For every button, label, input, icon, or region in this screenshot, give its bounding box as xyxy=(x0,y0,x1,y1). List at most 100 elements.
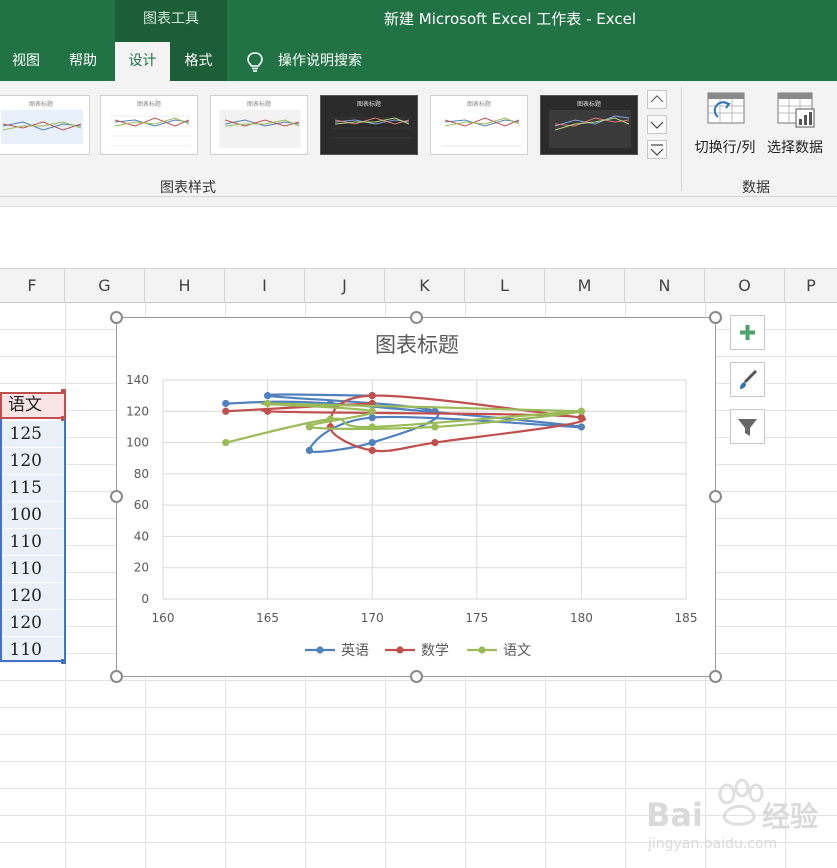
legend-label: 数学 xyxy=(421,643,449,659)
x-tick-label: 160 xyxy=(152,611,175,625)
chart-styles-group-label: 图表样式 xyxy=(160,180,216,196)
chart-style-6[interactable]: 图表标题 xyxy=(540,95,638,155)
filter-icon xyxy=(738,419,757,436)
more-icon xyxy=(650,144,664,156)
style-preview xyxy=(111,115,191,147)
chart-resize-handle[interactable] xyxy=(709,670,722,683)
chart-style-3[interactable]: 图表标题 xyxy=(210,95,308,155)
chevron-down-icon xyxy=(650,121,664,129)
legend-label: 语文 xyxy=(503,643,531,659)
select-data-button[interactable]: 选择数据 xyxy=(760,89,830,159)
tab-design[interactable]: 设计 xyxy=(115,42,170,81)
style-preview xyxy=(1,110,83,144)
data-point xyxy=(577,407,585,415)
chart-title[interactable]: 图表标题 xyxy=(375,333,459,357)
data-point xyxy=(368,423,376,431)
data-point xyxy=(264,399,272,408)
chart-area[interactable]: 图表标题 0 20 40 60 80 100 120 140 160 165 170 175 180 18… xyxy=(116,317,716,677)
data-point xyxy=(431,438,439,447)
column-header-i[interactable]: I xyxy=(225,269,305,303)
column-header-k[interactable]: K xyxy=(385,269,465,303)
switch-row-column-button[interactable]: 切换行/列 xyxy=(690,89,760,159)
chart-resize-handle[interactable] xyxy=(410,311,423,324)
y-tick-label: 80 xyxy=(134,467,149,481)
x-tick-label: 175 xyxy=(465,611,488,625)
style-preview xyxy=(219,110,301,148)
select-data-label: 选择数据 xyxy=(767,140,823,156)
plus-icon xyxy=(740,325,755,340)
data-point xyxy=(305,446,314,454)
ribbon-body: 图表标题 图表标题 图表标题 图表标题 图表标题 图表标题 图表样式 切换行/列… xyxy=(0,81,837,197)
data-point xyxy=(368,413,376,422)
range-handle[interactable] xyxy=(61,389,66,394)
style-preview xyxy=(331,117,411,139)
svg-text:jingyan.baidu.com: jingyan.baidu.com xyxy=(647,836,777,852)
x-tick-label: 180 xyxy=(570,611,593,625)
x-tick-label: 170 xyxy=(361,611,384,625)
chart-resize-handle[interactable] xyxy=(110,490,123,503)
y-tick-label: 140 xyxy=(126,373,149,387)
chevron-up-icon xyxy=(650,95,664,103)
window-title: 新建 Microsoft Excel 工作表 - Excel xyxy=(384,10,636,28)
style-preview xyxy=(549,110,631,148)
chart-style-2[interactable]: 图表标题 xyxy=(100,95,198,155)
legend-marker xyxy=(316,646,324,654)
column-header-h[interactable]: H xyxy=(145,269,225,303)
svg-text:Bai: Bai xyxy=(646,796,703,834)
data-point xyxy=(264,407,272,415)
tab-view[interactable]: 视图 xyxy=(0,42,52,81)
column-header-j[interactable]: J xyxy=(305,269,385,303)
column-header-g[interactable]: G xyxy=(65,269,145,303)
chart-resize-handle[interactable] xyxy=(110,670,123,683)
column-header-m[interactable]: M xyxy=(545,269,625,303)
column-header-n[interactable]: N xyxy=(625,269,705,303)
gallery-scroll-down-button[interactable] xyxy=(647,115,667,134)
data-point xyxy=(368,446,376,454)
data-point xyxy=(368,392,376,400)
chart-resize-handle[interactable] xyxy=(110,311,123,324)
gallery-scroll-up-button[interactable] xyxy=(647,90,667,109)
column-header-f[interactable]: F xyxy=(0,269,65,303)
gallery-more-button[interactable] xyxy=(647,140,667,159)
tab-help[interactable]: 帮助 xyxy=(54,42,112,81)
svg-text:经验: 经验 xyxy=(762,800,818,833)
y-tick-label: 0 xyxy=(141,592,149,606)
chart-style-1[interactable]: 图表标题 xyxy=(0,95,90,155)
column-header-p[interactable]: P xyxy=(785,269,837,303)
range-handle[interactable] xyxy=(61,659,66,664)
data-point xyxy=(368,407,376,415)
data-point xyxy=(577,423,585,431)
formula-bar-area xyxy=(0,197,837,269)
row-gridline xyxy=(0,734,837,735)
y-tick-label: 20 xyxy=(134,561,149,575)
chart-resize-handle[interactable] xyxy=(709,311,722,324)
column-header-l[interactable]: L xyxy=(465,269,545,303)
column-header-cell-chinese[interactable]: 语文 xyxy=(0,392,66,419)
data-point xyxy=(222,438,230,447)
chart-tools-label: 图表工具 xyxy=(115,0,227,42)
select-data-icon xyxy=(777,92,815,128)
legend-marker xyxy=(478,646,486,654)
ribbon-tabs: 视图 帮助 设计 格式 操作说明搜索 xyxy=(0,42,837,81)
style-preview xyxy=(441,117,521,147)
tell-me-label: 操作说明搜索 xyxy=(278,53,362,69)
chart-style-5[interactable]: 图表标题 xyxy=(430,95,528,155)
baidu-jingyan-watermark: Bai 经验 jingyan.baidu.com xyxy=(646,778,818,852)
chart-style-4[interactable]: 图表标题 xyxy=(320,95,418,155)
data-point xyxy=(577,413,585,422)
tab-format[interactable]: 格式 xyxy=(170,42,227,81)
chart-elements-button[interactable] xyxy=(730,315,765,350)
chart-styles-button[interactable] xyxy=(730,362,765,397)
x-tick-label: 165 xyxy=(256,611,279,625)
chart-resize-handle[interactable] xyxy=(410,670,423,683)
y-tick-label: 100 xyxy=(126,436,149,450)
row-gridline xyxy=(0,761,837,762)
legend-label: 英语 xyxy=(341,642,369,659)
chart-resize-handle[interactable] xyxy=(709,490,722,503)
excel-window: 图表工具 新建 Microsoft Excel 工作表 - Excel 视图 帮… xyxy=(0,0,837,868)
ribbon-collapse-strip xyxy=(0,197,837,207)
data-point xyxy=(368,438,376,447)
y-tick-label: 60 xyxy=(134,498,149,512)
chart-filters-button[interactable] xyxy=(730,409,765,444)
column-header-o[interactable]: O xyxy=(705,269,785,303)
